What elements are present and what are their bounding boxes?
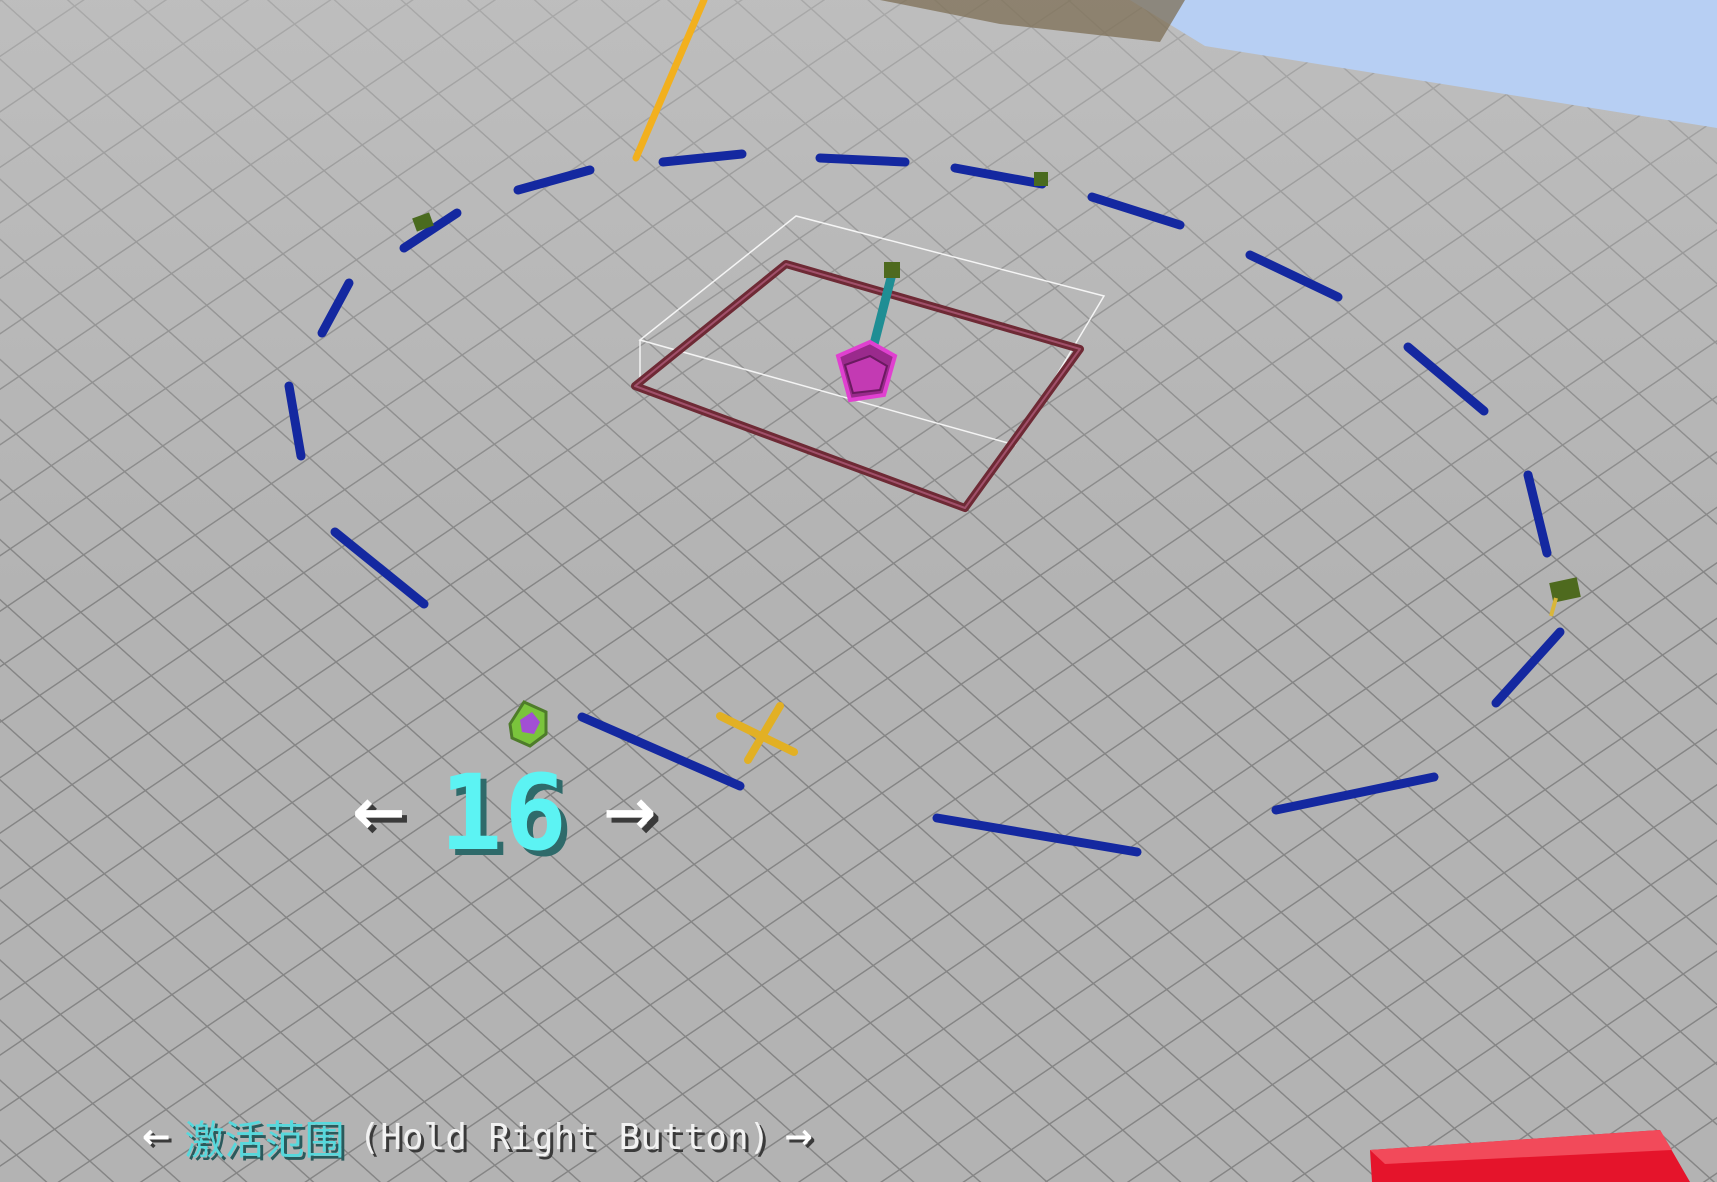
range-value-selector[interactable]: ← 16 → <box>352 752 657 874</box>
distance-fog <box>0 0 1717 1182</box>
decrease-arrow-icon[interactable]: ← <box>352 776 406 850</box>
hint-text: (Hold Right Button) <box>358 1116 771 1158</box>
mode-label: 激活范围 <box>184 1118 345 1164</box>
magenta-machine-block-icon <box>835 339 898 403</box>
mode-hint-bar[interactable]: ← 激活范围 (Hold Right Button) → <box>142 1108 813 1166</box>
next-mode-arrow-icon[interactable]: → <box>784 1117 813 1157</box>
increase-arrow-icon[interactable]: → <box>603 776 657 850</box>
prev-mode-arrow-icon[interactable]: ← <box>142 1117 171 1157</box>
range-value: 16 <box>439 752 569 874</box>
game-viewport[interactable] <box>0 0 1717 1182</box>
ring-segment <box>815 153 910 167</box>
machine-pole-cap <box>884 262 900 278</box>
